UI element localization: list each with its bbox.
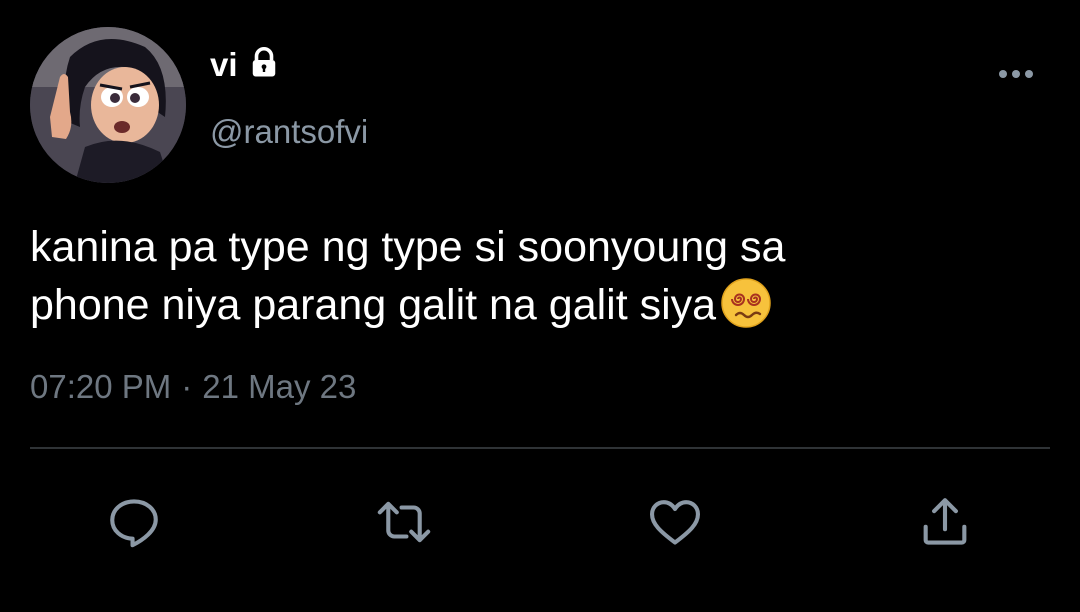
reply-button[interactable] — [104, 494, 164, 550]
tweet-text: kanina pa type ng type si soonyoung sa p… — [30, 218, 1050, 334]
reply-icon — [110, 499, 158, 548]
like-button[interactable] — [645, 494, 705, 550]
heart-icon — [649, 500, 701, 545]
author-name-row: vi — [210, 45, 282, 85]
tweet-text-line-2-text: phone niya parang galit na galit siya — [30, 281, 717, 329]
tweet-time: 07:20 PM — [30, 368, 172, 405]
tweet-timestamp[interactable]: 07:20 PM · 21 May 23 — [30, 367, 356, 407]
timestamp-separator: · — [181, 368, 193, 405]
user-handle[interactable]: @rantsofvi — [210, 112, 368, 152]
divider — [30, 447, 1050, 449]
tweet-text-line-2: phone niya parang galit na galit siya — [30, 276, 1050, 334]
retweet-icon — [377, 501, 431, 543]
share-button[interactable] — [915, 494, 975, 550]
avatar[interactable] — [30, 27, 186, 183]
tweet-text-line-1: kanina pa type ng type si soonyoung sa — [30, 223, 786, 271]
display-name[interactable]: vi — [210, 45, 238, 85]
more-options-icon[interactable] — [996, 64, 1036, 84]
retweet-button[interactable] — [374, 494, 434, 550]
tweet-date: 21 May 23 — [202, 368, 357, 405]
tweet-card: vi @rantsofvi kanina pa type ng type si … — [0, 0, 1080, 612]
avatar-image — [30, 27, 186, 183]
share-icon — [923, 498, 967, 545]
dizzy-face-emoji-icon — [721, 278, 771, 328]
lock-icon — [252, 47, 275, 77]
